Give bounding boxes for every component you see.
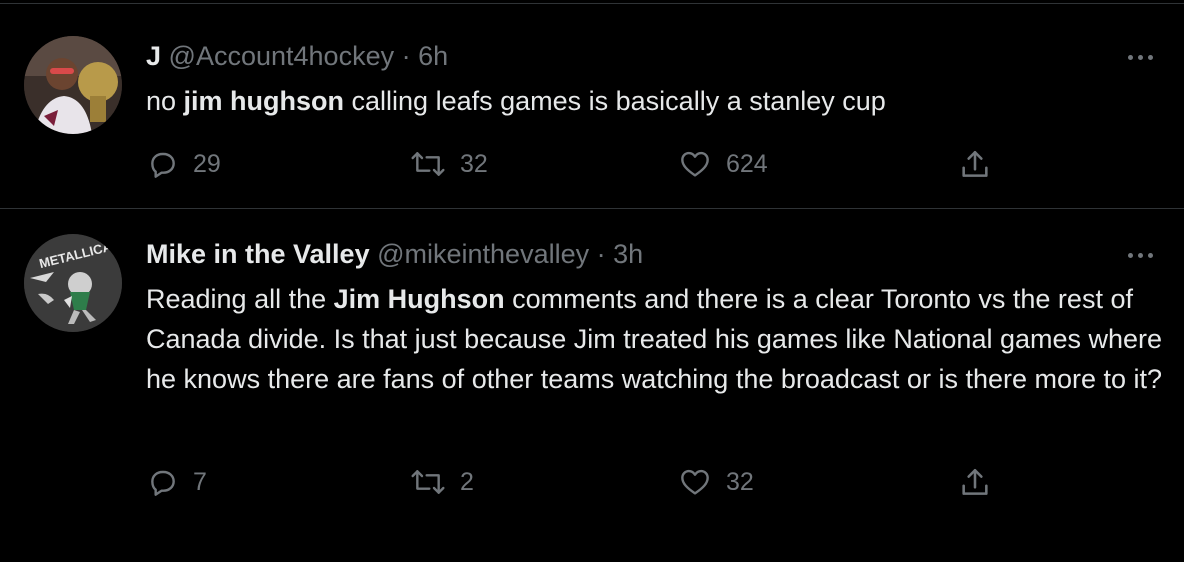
more-options-icon[interactable] bbox=[1120, 42, 1160, 72]
timestamp[interactable]: 3h bbox=[613, 239, 643, 269]
tweet[interactable]: METALLICA Mike in the Valley @mikeinthev… bbox=[0, 209, 1184, 562]
tweet-text-highlight: Jim Hughson bbox=[333, 284, 505, 314]
tweet-text-before: no bbox=[146, 86, 184, 116]
avatar[interactable] bbox=[24, 36, 122, 134]
like-count: 624 bbox=[726, 150, 768, 178]
display-name[interactable]: Mike in the Valley bbox=[146, 239, 370, 269]
reply-count: 29 bbox=[193, 150, 221, 178]
reply-icon bbox=[151, 152, 175, 178]
user-handle[interactable]: @mikeinthevalley bbox=[377, 239, 589, 269]
retweet-count: 32 bbox=[460, 150, 488, 178]
tweet-text-after: calling leafs games is basically a stanl… bbox=[344, 86, 886, 116]
share-button[interactable] bbox=[958, 145, 992, 185]
tweet[interactable]: J @Account4hockey · 6h no jim hughson ca… bbox=[0, 0, 1184, 208]
retweet-icon bbox=[411, 152, 445, 176]
like-button[interactable]: 32 bbox=[678, 462, 754, 502]
retweet-button[interactable]: 32 bbox=[410, 144, 488, 184]
reply-count: 7 bbox=[193, 468, 207, 496]
tweet-text: Reading all the Jim Hughson comments and… bbox=[146, 279, 1166, 399]
share-icon bbox=[962, 468, 988, 495]
display-name[interactable]: J bbox=[146, 41, 161, 71]
more-options-icon[interactable] bbox=[1120, 240, 1160, 270]
avatar-photo-icon bbox=[24, 36, 122, 134]
share-icon bbox=[962, 150, 988, 177]
like-count: 32 bbox=[726, 468, 754, 496]
tweet-header: J @Account4hockey · 6h bbox=[146, 39, 448, 73]
heart-icon bbox=[681, 151, 709, 177]
avatar-metallica-logo-icon: METALLICA bbox=[24, 234, 122, 332]
reply-icon bbox=[151, 470, 175, 496]
reply-button[interactable]: 7 bbox=[147, 462, 207, 502]
tweet-text: no jim hughson calling leafs games is ba… bbox=[146, 81, 1166, 121]
tweet-header: Mike in the Valley @mikeinthevalley · 3h bbox=[146, 237, 643, 271]
retweet-count: 2 bbox=[460, 468, 474, 496]
heart-icon bbox=[681, 469, 709, 495]
tweet-text-before: Reading all the bbox=[146, 284, 334, 314]
separator-dot: · bbox=[596, 239, 606, 269]
reply-button[interactable]: 29 bbox=[147, 144, 221, 184]
tweet-text-highlight: jim hughson bbox=[183, 86, 345, 116]
like-button[interactable]: 624 bbox=[678, 144, 768, 184]
user-handle[interactable]: @Account4hockey bbox=[169, 41, 395, 71]
timestamp[interactable]: 6h bbox=[418, 41, 448, 71]
avatar[interactable]: METALLICA bbox=[24, 234, 122, 332]
share-button[interactable] bbox=[958, 463, 992, 503]
separator-dot: · bbox=[401, 41, 411, 71]
retweet-button[interactable]: 2 bbox=[410, 462, 474, 502]
retweet-icon bbox=[411, 470, 445, 494]
